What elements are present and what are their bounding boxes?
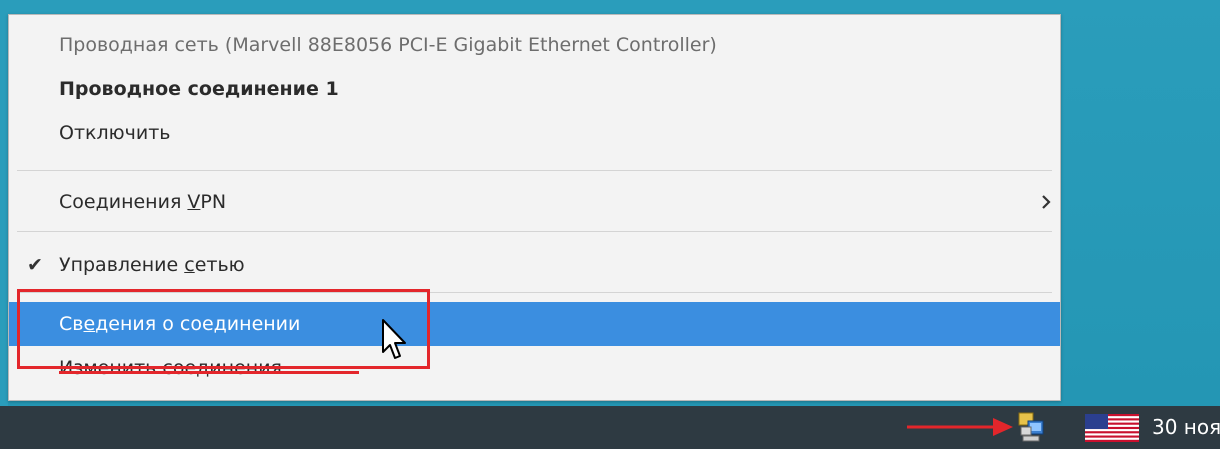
menu-item-wired-connection-1-label: Проводное соединение 1 bbox=[59, 78, 339, 100]
menu-header-wired-device-label: Проводная сеть (Marvell 88E8056 PCI-E Gi… bbox=[59, 34, 717, 56]
menu-item-vpn-accelerator: V bbox=[187, 191, 201, 213]
menu-item-vpn-label-before: Соединения bbox=[59, 191, 188, 213]
menu-item-disconnect-label: Отключить bbox=[59, 122, 171, 144]
annotation-strike-line bbox=[59, 371, 359, 374]
taskbar-clock[interactable]: 30 ноя bbox=[1152, 406, 1220, 449]
menu-item-network-management[interactable]: ✔ Управление сетью bbox=[9, 243, 1060, 287]
menu-item-wired-connection-1[interactable]: Проводное соединение 1 bbox=[9, 67, 1060, 111]
us-flag-icon[interactable] bbox=[1085, 414, 1139, 442]
annotation-arrow-icon bbox=[907, 418, 1013, 436]
mouse-pointer-icon bbox=[382, 319, 406, 359]
chevron-right-icon bbox=[1040, 180, 1052, 224]
menu-item-manage-accelerator: с bbox=[184, 254, 195, 276]
menu-item-manage-label-after: етью bbox=[194, 254, 245, 276]
menu-item-disconnect[interactable]: Отключить bbox=[9, 111, 1060, 155]
menu-separator bbox=[17, 170, 1052, 171]
checkmark-icon: ✔ bbox=[27, 254, 43, 276]
network-wired-icon[interactable] bbox=[1017, 411, 1045, 443]
menu-item-manage-label-before: Управление bbox=[59, 254, 185, 276]
menu-separator bbox=[17, 231, 1052, 232]
menu-item-vpn-connections[interactable]: Соединения VPN bbox=[9, 180, 1060, 224]
desktop-edge bbox=[0, 0, 8, 408]
menu-item-vpn-label-after: PN bbox=[200, 191, 227, 213]
annotation-highlight-box bbox=[17, 289, 430, 369]
menu-header-wired-device: Проводная сеть (Marvell 88E8056 PCI-E Gi… bbox=[9, 23, 1060, 67]
